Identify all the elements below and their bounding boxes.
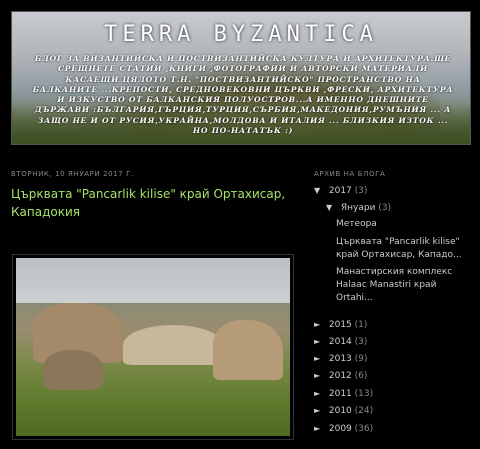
archive-month-link[interactable]: Януари (341, 203, 376, 213)
archive-year-link[interactable]: 2017 (329, 186, 352, 196)
collapse-toggle-icon[interactable]: ▼ (314, 186, 326, 195)
image-rock (123, 325, 223, 365)
collapse-toggle-icon[interactable]: ▼ (326, 203, 338, 212)
archive-count: (6) (354, 371, 368, 381)
archive-post-link[interactable]: Манастирския комплекс Halaac Manastiri к… (336, 266, 466, 305)
archive-count: (36) (354, 424, 374, 434)
expand-toggle-icon[interactable]: ► (314, 371, 326, 380)
post-date: ВТОРНИК, 10 ЯНУАРИ 2017 Г. (11, 170, 134, 178)
archive-count: (3) (354, 186, 368, 196)
archive-post-link[interactable]: Църквата "Pancarlik kilise" край Ортахис… (336, 236, 466, 262)
archive-year-2010: ► 2010 (24) (314, 406, 373, 416)
archive-year-link[interactable]: 2013 (329, 354, 352, 364)
archive-title: АРХИВ НА БЛОГА (314, 170, 386, 178)
archive-year-link[interactable]: 2009 (329, 424, 352, 434)
archive-count: (3) (378, 203, 392, 213)
archive-post-item: Метеора (336, 218, 377, 231)
blog-header: TERRA BYZANTICA БЛОГ ЗА ВИЗАНТИЙСКА И ПО… (11, 11, 471, 145)
archive-year-2015: ► 2015 (1) (314, 320, 367, 330)
archive-year-link[interactable]: 2015 (329, 320, 352, 330)
archive-year-2014: ► 2014 (3) (314, 337, 367, 347)
archive-year-2012: ► 2012 (6) (314, 371, 367, 381)
archive-month-january: ▼ Януари (3) (326, 203, 391, 213)
post-image[interactable] (12, 254, 294, 440)
archive-count: (1) (354, 320, 368, 330)
expand-toggle-icon[interactable]: ► (314, 424, 326, 433)
archive-post-item: Църквата "Pancarlik kilise" край Ортахис… (336, 236, 466, 262)
archive-count: (24) (354, 406, 374, 416)
archive-post-link[interactable]: Метеора (336, 218, 377, 231)
expand-toggle-icon[interactable]: ► (314, 406, 326, 415)
expand-toggle-icon[interactable]: ► (314, 354, 326, 363)
image-rock (43, 350, 103, 390)
archive-year-link[interactable]: 2012 (329, 371, 352, 381)
expand-toggle-icon[interactable]: ► (314, 320, 326, 329)
archive-count: (9) (354, 354, 368, 364)
image-rock (213, 320, 283, 380)
archive-year-2011: ► 2011 (13) (314, 389, 373, 399)
expand-toggle-icon[interactable]: ► (314, 337, 326, 346)
post-title[interactable]: Църквата "Pancarlik kilise" край Ортахис… (11, 185, 296, 221)
archive-year-link[interactable]: 2010 (329, 406, 352, 416)
blog-title[interactable]: TERRA BYZANTICA (12, 22, 470, 47)
blog-description: БЛОГ ЗА ВИЗАНТИЙСКА И ПОСТВИЗАНТИЙСКА КУ… (32, 54, 454, 136)
archive-year-2017: ▼ 2017 (3) (314, 186, 367, 196)
archive-year-link[interactable]: 2014 (329, 337, 352, 347)
archive-count: (3) (354, 337, 368, 347)
archive-year-2009: ► 2009 (36) (314, 424, 373, 434)
archive-year-link[interactable]: 2011 (329, 389, 352, 399)
expand-toggle-icon[interactable]: ► (314, 389, 326, 398)
archive-count: (13) (354, 389, 374, 399)
archive-year-2013: ► 2013 (9) (314, 354, 367, 364)
archive-post-item: Манастирския комплекс Halaac Manastiri к… (336, 266, 466, 305)
